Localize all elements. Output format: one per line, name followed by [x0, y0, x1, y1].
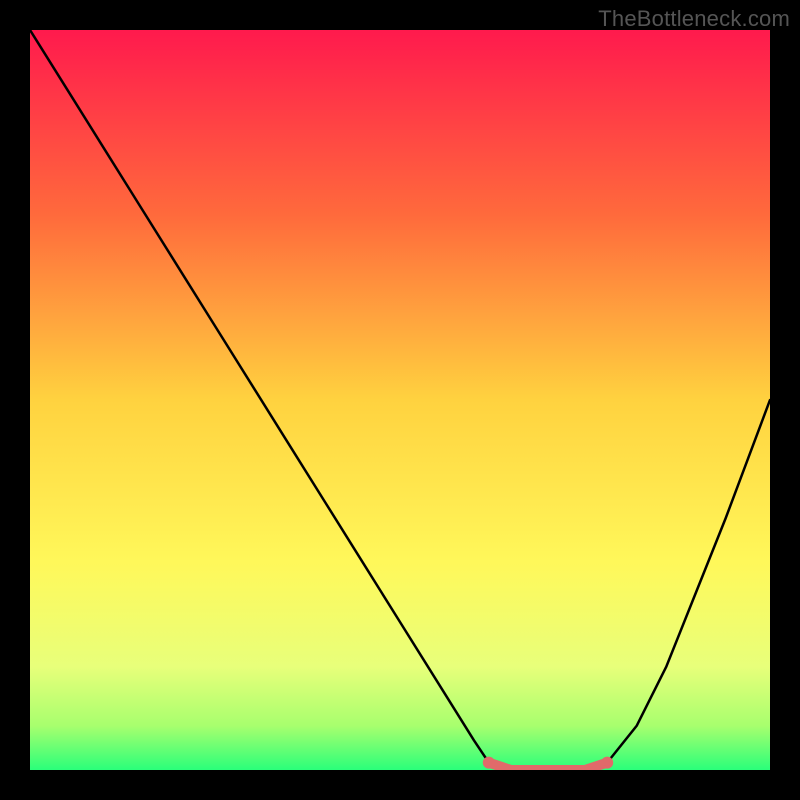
highlight-dot-start — [483, 757, 495, 769]
chart-svg — [30, 30, 770, 770]
chart-frame: TheBottleneck.com — [0, 0, 800, 800]
highlight-dot-end — [601, 757, 613, 769]
plot-area — [30, 30, 770, 770]
gradient-background — [30, 30, 770, 770]
watermark-text: TheBottleneck.com — [598, 6, 790, 32]
